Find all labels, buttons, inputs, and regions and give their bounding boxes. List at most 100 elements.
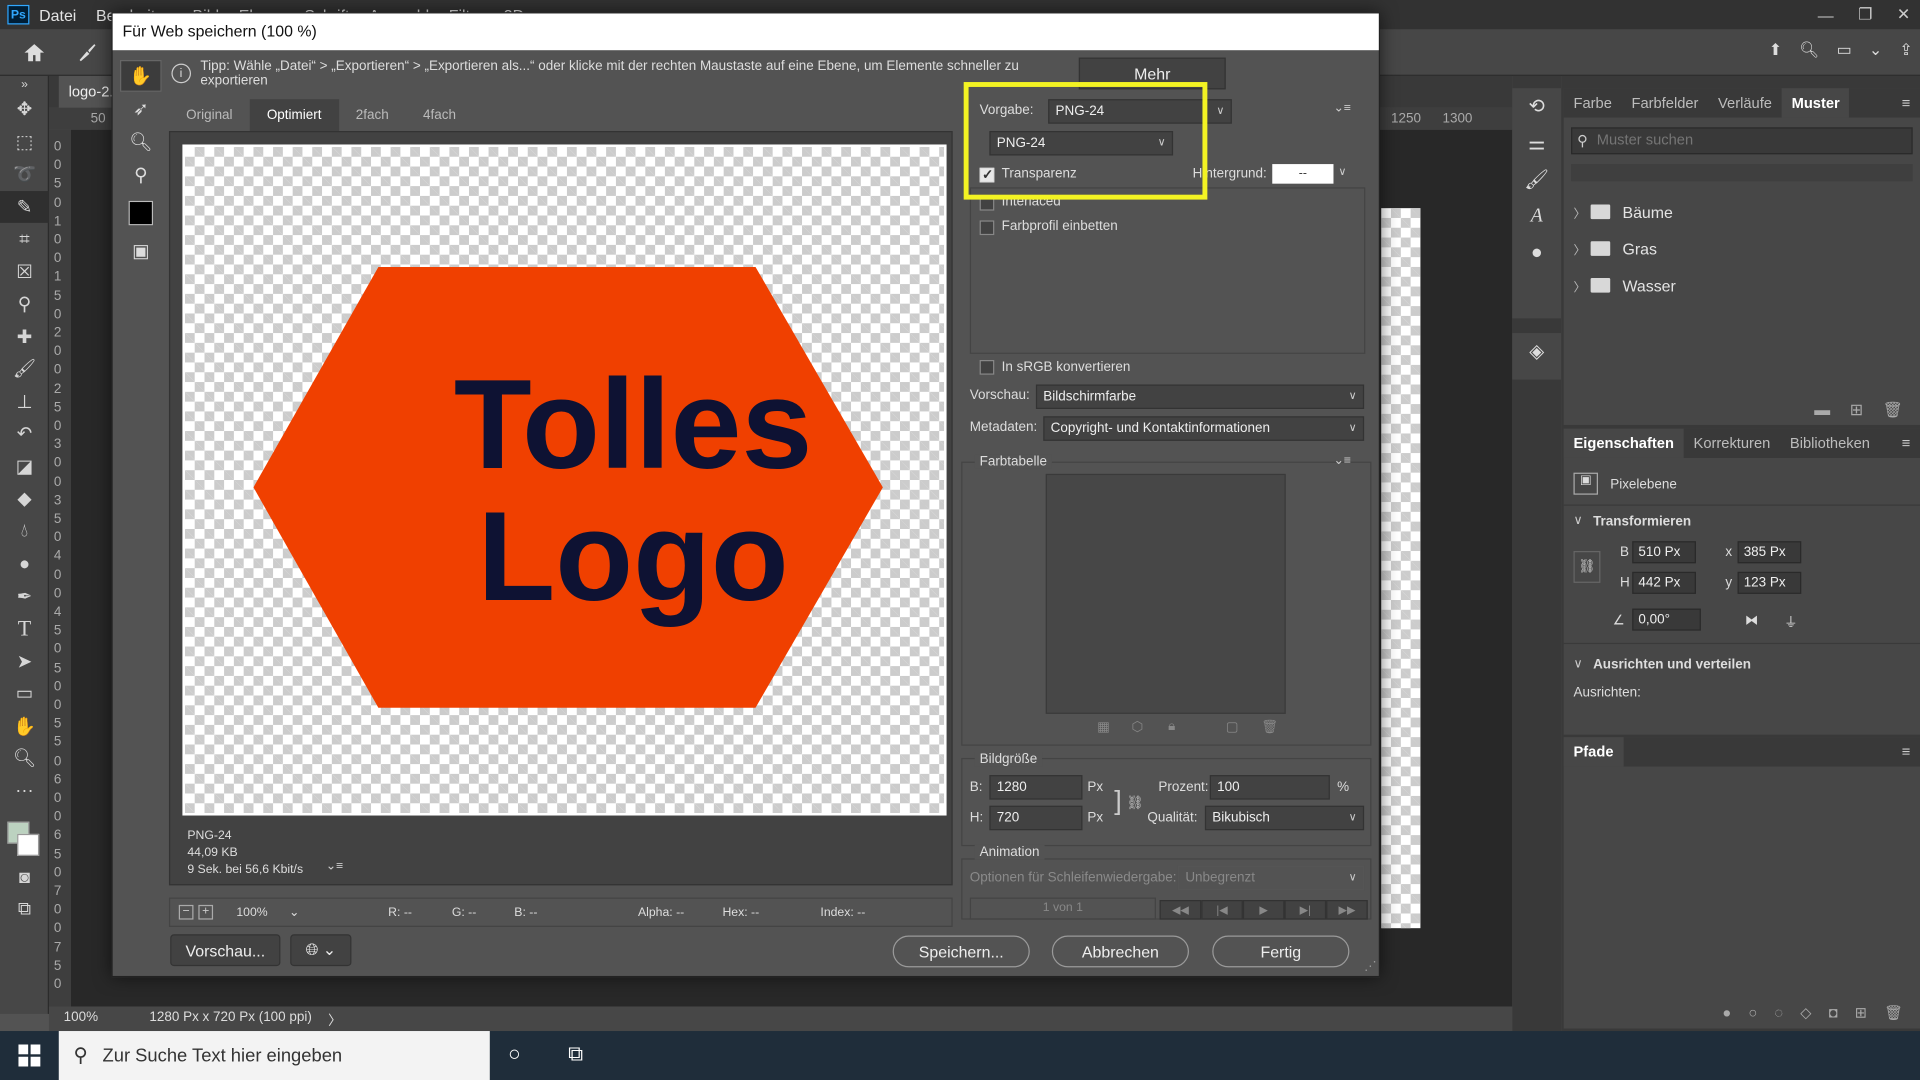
format-select[interactable]: PNG-24 ∨ [989,131,1174,156]
image-width-input[interactable]: 1280 [989,775,1083,800]
history-brush-icon[interactable]: ↶ [0,418,49,450]
adjustments-icon[interactable]: ⚌ [1512,125,1561,162]
status-zoom[interactable]: 100% [64,1010,98,1025]
lock-icon[interactable]: 🔒︎ [1168,719,1175,735]
web-cube-icon[interactable]: ⬡ [1131,719,1143,735]
last-frame-icon[interactable]: ▶▶ [1326,900,1368,920]
color-table-menu-icon[interactable]: ⌄≡ [1333,454,1350,467]
path-select-icon[interactable]: ➤ [0,645,49,677]
eyedropper-color-swatch[interactable] [128,200,154,226]
more-button[interactable]: Mehr [1078,57,1226,90]
interlaced-checkbox[interactable] [979,195,995,211]
status-chevron-icon[interactable]: 〉 [328,1010,341,1030]
pattern-search-input[interactable] [1596,131,1903,149]
y-input[interactable]: 123 Px [1737,571,1802,594]
brush-icon[interactable]: 🖌︎ [0,353,49,385]
preview-button[interactable]: Vorschau... [170,934,281,967]
tab-bibliotheken[interactable]: Bibliotheken [1780,429,1880,458]
dodge-tool-icon[interactable]: ● [0,547,49,579]
quality-select[interactable]: Bikubisch ∨ [1204,805,1365,831]
task-view-icon[interactable]: ⧉ [568,1042,583,1066]
tab-original[interactable]: Original [169,99,250,131]
hand-tool-icon[interactable]: ✋ [0,710,49,742]
history-icon[interactable]: ⟲ [1512,88,1561,125]
pattern-slider[interactable] [1571,164,1913,182]
character-icon[interactable]: A [1512,198,1561,235]
preset-menu-icon[interactable]: ⌄≡ [1333,102,1350,115]
zoom-out-icon[interactable]: − [178,904,194,920]
make-path-icon[interactable]: ◇ [1800,1004,1811,1021]
tab-verlaeufe[interactable]: Verläufe [1708,88,1782,117]
trash-icon[interactable]: 🗑︎ [1883,400,1903,420]
tab-4fach[interactable]: 4fach [406,99,473,131]
tab-eigenschaften[interactable]: Eigenschaften [1563,428,1684,458]
quick-mask-icon[interactable]: ◙ [0,861,49,893]
preview-mode-select[interactable]: Bildschirmfarbe ∨ [1035,384,1365,409]
type-tool-icon[interactable]: T [0,612,49,644]
new-group-icon[interactable]: ▬ [1814,400,1830,420]
preset-select[interactable]: PNG-24 ∨ [1048,99,1232,124]
minimize-icon[interactable]: — [1818,6,1834,24]
home-icon[interactable] [22,40,46,64]
prev-frame-icon[interactable]: |◀ [1201,900,1243,920]
zoom-tool-icon[interactable]: 🔍︎ [0,742,49,774]
slice-select-icon[interactable]: ➶ [120,93,162,125]
width-input[interactable]: 510 Px [1632,541,1696,564]
load-selection-icon[interactable]: ◌ [1774,1004,1783,1021]
paragraph-icon[interactable]: ● [1512,235,1561,272]
new-pattern-icon[interactable]: ⊞ [1850,400,1863,420]
zoom-tool-icon[interactable]: 🔍︎ [120,126,162,158]
optimized-image-preview[interactable]: Tolles Logo [182,144,947,816]
background-color-select[interactable]: -- [1272,164,1334,184]
next-frame-icon[interactable]: ▶| [1284,900,1327,920]
zoom-in-icon[interactable]: + [198,904,214,920]
color-table[interactable] [1045,473,1286,714]
link-icon[interactable]: ⛓ [1127,795,1144,811]
healing-tool-icon[interactable]: ✚ [0,320,49,352]
browser-preview-button[interactable]: 🌐︎ ⌄ [290,934,352,967]
flip-horizontal-icon[interactable]: ⧓ [1745,612,1758,628]
menu-datei[interactable]: Datei [39,6,76,24]
folder-gras[interactable]: 〉 Gras [1564,230,1920,267]
chevron-down-icon[interactable]: ⌄ [1869,40,1882,60]
trash-icon[interactable]: 🗑︎ [1884,1004,1903,1021]
tab-2fach[interactable]: 2fach [339,99,406,131]
cortana-icon[interactable]: ○ [508,1042,521,1066]
taskbar-search[interactable]: ⚲ Zur Suche Text hier eingeben [58,1031,490,1080]
tab-farbe[interactable]: Farbe [1564,88,1622,117]
eyedropper-tool-icon[interactable]: ⚲ [120,159,162,191]
search-icon[interactable]: 🔍︎ [1799,40,1819,60]
pen-tool-icon[interactable]: ✒ [0,580,49,612]
zoom-level[interactable]: 100% [236,906,267,919]
toggle-slices-icon[interactable]: ▣ [120,235,162,267]
cancel-button[interactable]: Abbrechen [1051,935,1189,968]
eraser-tool-icon[interactable]: ◪ [0,450,49,482]
stroke-path-icon[interactable]: ○ [1748,1004,1757,1021]
blur-tool-icon[interactable]: 💧︎ [0,515,49,547]
eyedropper-tool-icon[interactable]: ⚲ [0,288,49,320]
bucket-tool-icon[interactable]: ◆ [0,482,49,514]
save-button[interactable]: Speichern... [892,935,1030,968]
canvas-document[interactable] [1381,208,1421,929]
windows-start-icon[interactable] [0,1031,59,1080]
rectangle-tool-icon[interactable]: ▭ [0,677,49,709]
folder-wasser[interactable]: 〉 Wasser [1564,267,1920,304]
image-height-input[interactable]: 720 [989,805,1083,831]
more-tools-icon[interactable]: ··· [0,774,49,806]
resize-grip-icon[interactable]: ⋰ [1364,960,1376,973]
move-tool-icon[interactable]: ✥ [0,93,49,125]
tab-optimiert[interactable]: Optimiert [249,99,339,132]
height-input[interactable]: 442 Px [1632,571,1696,594]
chevron-down-icon[interactable]: ∨ [1338,165,1346,178]
tab-muster[interactable]: Muster [1781,88,1850,118]
tab-korrekturen[interactable]: Korrekturen [1684,429,1780,458]
screen-mode-icon[interactable]: ⧉ [0,893,49,925]
close-icon[interactable]: ✕ [1897,5,1910,25]
trash-icon[interactable]: 🗑︎ [1261,719,1278,735]
link-icon[interactable]: ⛓ [1573,551,1601,583]
web-snap-icon[interactable]: ▦ [1097,719,1110,735]
collapse-icon[interactable]: » [0,76,49,93]
flip-vertical-icon[interactable]: ⏚ [1784,612,1797,632]
hand-tool-icon[interactable]: ✋ [120,60,162,92]
metadata-select[interactable]: Copyright- und Kontaktinformationen ∨ [1043,416,1365,441]
